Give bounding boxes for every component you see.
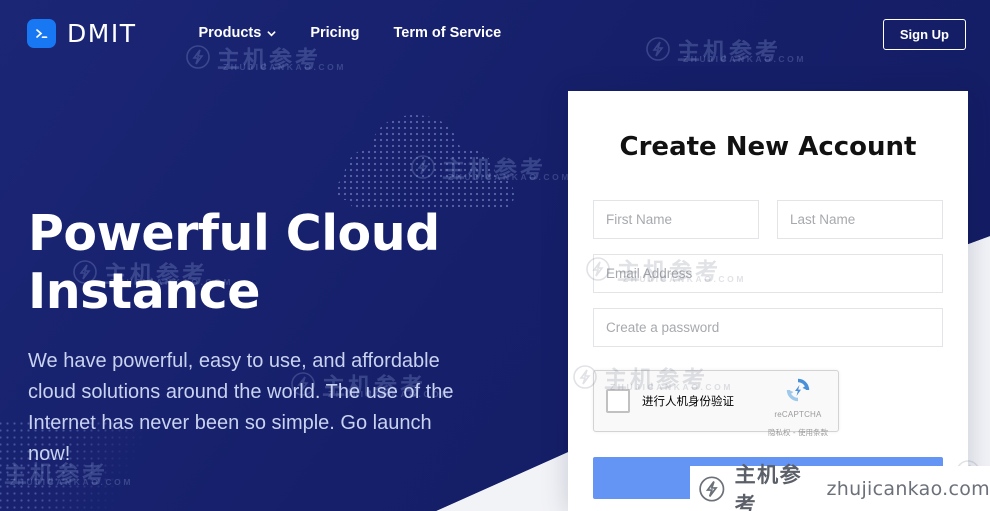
watermark-banner: 主机参考 zhujicankao.com	[690, 463, 990, 511]
nav-item-products[interactable]: Products	[198, 25, 276, 41]
recaptcha-brand-name: reCAPTCHA	[774, 410, 822, 419]
password-input[interactable]	[593, 308, 943, 347]
nav-item-pricing[interactable]: Pricing	[310, 25, 359, 41]
nav-item-label: Term of Service	[393, 25, 502, 41]
name-row	[593, 200, 943, 239]
hero-paragraph: We have powerful, easy to use, and affor…	[28, 349, 454, 466]
main-nav: Products Pricing Term of Service	[198, 25, 501, 41]
page-root: 主机参考 ZHUJICANKAO.COM 主机参考 ZHUJICANKAO.CO…	[0, 0, 990, 511]
signup-card-title: Create New Account	[619, 132, 917, 162]
lightning-circle-icon	[699, 475, 725, 502]
hero-title-line2: Instance	[28, 262, 260, 320]
hero-section: Powerful Cloud Instance We have powerful…	[28, 205, 458, 470]
terminal-prompt-icon	[27, 18, 56, 48]
recaptcha-icon	[786, 378, 810, 402]
logo[interactable]: DMIT	[27, 18, 137, 48]
email-input[interactable]	[593, 254, 943, 293]
watermark-banner-en: zhujicankao.com	[826, 477, 990, 500]
first-name-input[interactable]	[593, 200, 759, 239]
nav-item-label: Pricing	[310, 25, 360, 41]
signup-button[interactable]: Sign Up	[882, 19, 966, 50]
recaptcha-widget[interactable]: 进行人机身份验证 reCAPTCHA 隐私权 - 使用条款	[593, 370, 839, 437]
logo-text: DMIT	[67, 18, 137, 48]
recaptcha-checkbox[interactable]	[606, 389, 630, 413]
nav-item-term-of-service[interactable]: Term of Service	[393, 25, 501, 41]
signup-card: Create New Account 进行人机身份验证 reCAPTCH	[568, 91, 968, 511]
watermark-banner-cn: 主机参考	[734, 462, 803, 511]
recaptcha-terms[interactable]: 隐私权 - 使用条款	[768, 428, 828, 438]
chevron-down-icon	[267, 30, 276, 36]
signup-form	[593, 200, 943, 347]
last-name-input[interactable]	[777, 200, 943, 239]
nav-item-label: Products	[198, 25, 262, 41]
recaptcha-label: 进行人机身份验证	[642, 394, 734, 408]
site-header: DMIT Products Pricing Term of Service Si…	[0, 0, 990, 66]
hero-title: Powerful Cloud Instance	[28, 205, 458, 321]
hero-title-line1: Powerful Cloud	[28, 205, 440, 262]
recaptcha-branding: reCAPTCHA 隐私权 - 使用条款	[766, 377, 830, 441]
